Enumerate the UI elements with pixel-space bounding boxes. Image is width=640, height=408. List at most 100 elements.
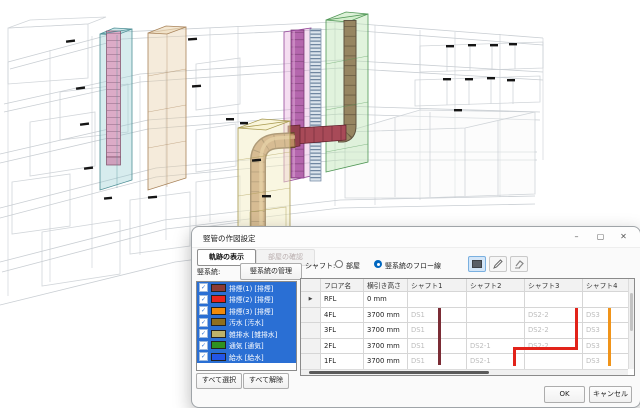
shaft-cell[interactable]: DS3	[583, 354, 628, 369]
grid-row[interactable]: 4FL3700 mmDS1 DS2-2DS3	[301, 308, 628, 324]
shaft-cell[interactable]	[467, 323, 525, 339]
cancel-button[interactable]: キャンセル	[589, 386, 632, 403]
ok-button[interactable]: OK	[544, 386, 585, 403]
grid-column-header[interactable]: シャフト2	[467, 279, 525, 292]
system-checkbox[interactable]: ✓	[199, 283, 208, 292]
shaft-cell[interactable]: DS1	[408, 323, 467, 339]
ladder-rack	[310, 29, 321, 181]
shaft-cell[interactable]: DS2-1	[467, 339, 525, 355]
shaft-cell[interactable]: DS3	[583, 323, 628, 339]
grid-column-header[interactable]: 横引き高さ	[364, 279, 408, 292]
select-tool-button[interactable]	[468, 256, 486, 272]
grid-vertical-scrollbar[interactable]	[628, 279, 634, 369]
system-checkbox[interactable]: ✓	[199, 295, 208, 304]
system-checkbox[interactable]: ✓	[199, 306, 208, 315]
shaft-cyan	[100, 28, 132, 190]
grid-vertical-scrollbar-thumb[interactable]	[630, 293, 633, 331]
floor-name-cell[interactable]: 4FL	[321, 308, 364, 324]
shaft-cell[interactable]: DS3	[583, 339, 628, 355]
grid-row[interactable]: ▶RFL0 mm	[301, 292, 628, 308]
system-color-swatch	[211, 318, 226, 326]
flow-line-toolbar	[468, 256, 528, 272]
system-list-item[interactable]: ✓ 排煙(3) [排煙]	[197, 305, 296, 317]
system-checkbox[interactable]: ✓	[199, 318, 208, 327]
close-icon[interactable]: ✕	[616, 230, 631, 244]
system-list-item[interactable]: ✓給水 [給水]	[197, 351, 296, 363]
shaft-label: シャフト:	[305, 261, 335, 271]
grid-column-header[interactable]: シャフト4	[583, 279, 628, 292]
grid-row[interactable]: 1FL3700 mmDS1DS2-1 DS3	[301, 354, 628, 369]
shaft-cell[interactable]	[408, 292, 467, 308]
shaft-cell[interactable]: DS2-2	[525, 323, 583, 339]
select-all-button[interactable]: すべて選択	[196, 373, 242, 389]
system-color-swatch	[211, 353, 226, 361]
height-cell[interactable]: 3700 mm	[364, 339, 408, 355]
system-label-text: 汚水 [汚水]	[229, 317, 264, 327]
shaft-cell[interactable]	[467, 292, 525, 308]
shaft-cell[interactable]: DS2-2	[525, 308, 583, 324]
height-cell[interactable]: 0 mm	[364, 292, 408, 308]
floor-name-cell[interactable]: RFL	[321, 292, 364, 308]
system-checkbox[interactable]: ✓	[199, 352, 208, 361]
minimize-icon[interactable]: –	[569, 230, 584, 244]
grid-horizontal-scrollbar[interactable]	[301, 369, 628, 375]
system-list-item[interactable]: ✓ 排煙(1) [排煙]	[197, 282, 296, 294]
grid-header-row: フロア名横引き高さシャフト1シャフト2シャフト3シャフト4	[301, 279, 628, 292]
height-cell[interactable]: 3700 mm	[364, 308, 408, 324]
dialog-titlebar[interactable]: 竪管の作図設定 – ▢ ✕	[192, 227, 640, 248]
system-checkbox[interactable]: ✓	[199, 329, 208, 338]
row-selector[interactable]	[301, 323, 321, 339]
pen-tool-button[interactable]	[489, 256, 507, 272]
radio-flow-line[interactable]	[374, 260, 382, 268]
floor-name-cell[interactable]: 3FL	[321, 323, 364, 339]
system-list[interactable]: ✓排煙(1) [排煙]✓排煙(2) [排煙]✓排煙(3) [排煙]✓汚水 [汚水…	[196, 281, 297, 371]
radio-flow-line-label[interactable]: 竪系統のフロー線	[385, 261, 441, 271]
eraser-tool-button[interactable]	[510, 256, 528, 272]
pencil-icon	[493, 259, 503, 269]
grid-column-header[interactable]: シャフト3	[525, 279, 583, 292]
grid-row[interactable]: 3FL3700 mmDS1 DS2-2DS3	[301, 323, 628, 339]
shaft-yellow	[238, 119, 290, 240]
grid-corner-cell	[301, 279, 321, 292]
height-cell[interactable]: 3700 mm	[364, 323, 408, 339]
row-selector[interactable]	[301, 308, 321, 324]
grid-column-header[interactable]: フロア名	[321, 279, 364, 292]
maximize-icon[interactable]: ▢	[593, 230, 608, 244]
grid-column-header[interactable]: シャフト1	[408, 279, 467, 292]
floor-name-cell[interactable]: 2FL	[321, 339, 364, 355]
shaft-cell[interactable]: DS3	[583, 308, 628, 324]
system-label-text: 排煙(3) [排煙]	[229, 306, 273, 316]
shaft-cell[interactable]	[525, 354, 583, 369]
system-color-swatch	[211, 330, 226, 338]
floor-name-cell[interactable]: 1FL	[321, 354, 364, 369]
row-selector[interactable]	[301, 339, 321, 355]
system-list-item[interactable]: ✓ 汚水 [汚水]	[197, 317, 296, 329]
shaft-cell[interactable]: DS1	[408, 308, 467, 324]
radio-room-label[interactable]: 部屋	[346, 261, 360, 271]
system-label-text: 通気 [通気]	[229, 340, 264, 350]
system-list-item[interactable]: ✓排煙(2) [排煙]	[197, 294, 296, 306]
radio-room[interactable]	[335, 260, 343, 268]
shaft-cell[interactable]: DS2-1	[467, 354, 525, 369]
row-selector[interactable]	[301, 354, 321, 369]
manage-systems-button[interactable]: 竪系統の管理	[240, 263, 302, 280]
system-list-item[interactable]: ✓ 通気 [通気]	[197, 340, 296, 352]
deselect-all-button[interactable]: すべて解除	[243, 373, 289, 389]
shaft-cell[interactable]: DS2-2	[525, 339, 583, 355]
shaft-cell[interactable]	[525, 292, 583, 308]
system-color-swatch	[211, 341, 226, 349]
system-list-item[interactable]: ✓雑排水 [雑排水]	[197, 328, 296, 340]
shaft-cell[interactable]	[583, 292, 628, 308]
grid-row[interactable]: 2FL3700 mmDS1DS2-1DS2-2DS3	[301, 339, 628, 355]
shaft-cell[interactable]	[467, 308, 525, 324]
grid-horizontal-scrollbar-thumb[interactable]	[309, 371, 489, 374]
system-label-text: 排煙(1) [排煙]	[229, 283, 273, 293]
shaft-grid[interactable]: フロア名横引き高さシャフト1シャフト2シャフト3シャフト4 ▶RFL0 mm4F…	[300, 278, 635, 376]
row-selector[interactable]: ▶	[301, 292, 321, 308]
eraser-icon	[514, 259, 525, 269]
system-checkbox[interactable]: ✓	[199, 341, 208, 350]
height-cell[interactable]: 3700 mm	[364, 354, 408, 369]
shaft-cell[interactable]: DS1	[408, 339, 467, 355]
system-color-swatch	[211, 307, 226, 315]
shaft-cell[interactable]: DS1	[408, 354, 467, 369]
